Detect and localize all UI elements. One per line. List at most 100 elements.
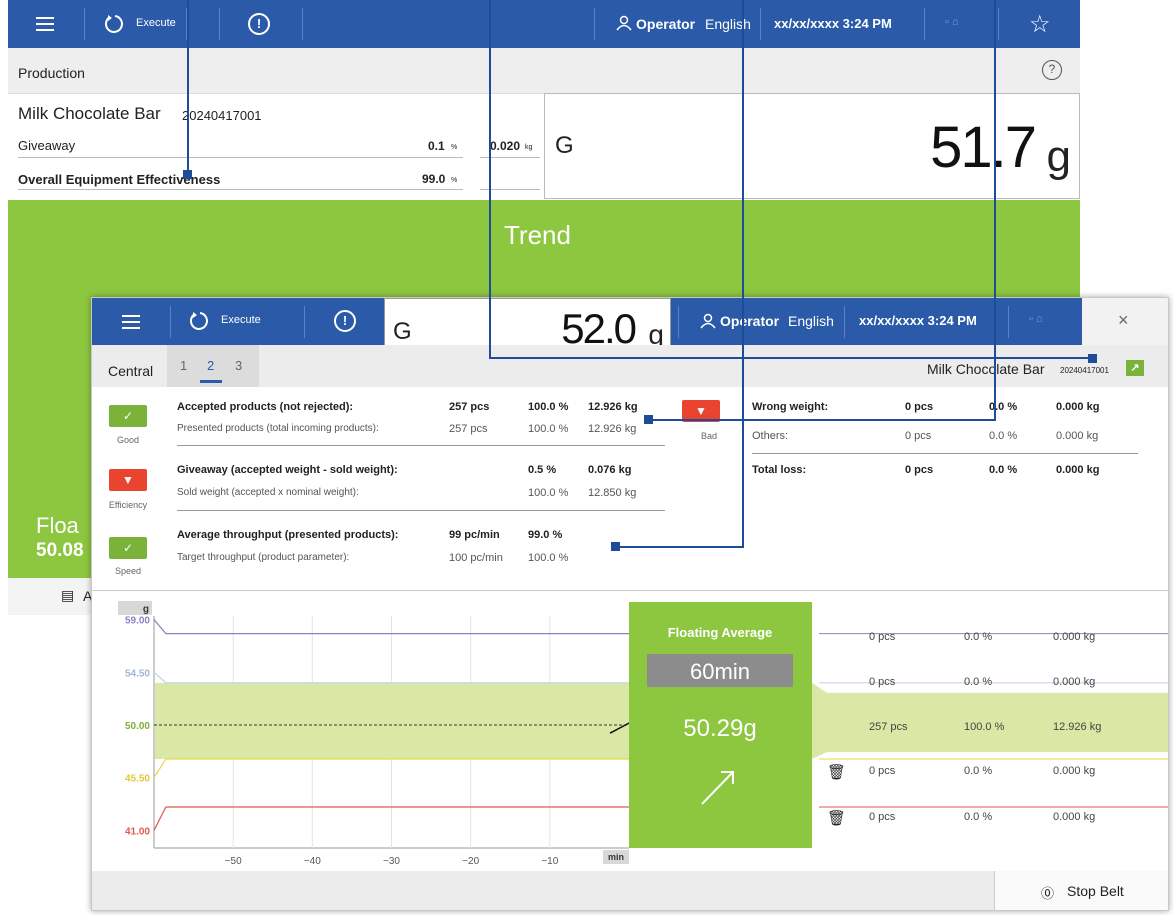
floating-value-partial: 50.08 [36, 540, 84, 561]
operator-label[interactable]: Operator [636, 16, 695, 32]
floating-label-partial: Floa [36, 513, 79, 538]
trend-chart: g −50 −40 −30 −20 −10 min 59.00 54.50 50.00 45.50 4… [118, 601, 1168, 867]
speed-caption: Speed [114, 566, 142, 576]
target-throughput-rate: 100 pc/min [449, 552, 503, 564]
zone-pcs: 0 pcs [869, 765, 896, 777]
execute-label[interactable]: Execute [136, 17, 176, 29]
execute-icon[interactable] [189, 310, 211, 332]
tab-2[interactable]: 2 [207, 358, 214, 373]
zone-kg: 12.926 kg [1053, 721, 1101, 733]
language-label[interactable]: English [705, 16, 751, 32]
others-pct: 0.0 % [989, 430, 1018, 442]
x-tick-label: −50 [225, 856, 242, 867]
floating-average-value: 50.29g [683, 715, 756, 742]
stop-icon: ⓪ [1041, 886, 1055, 901]
open-product-icon[interactable]: ↗ [1126, 360, 1144, 376]
weight-prefix: G [555, 132, 574, 159]
floating-average-title: Floating Average [668, 625, 773, 640]
stop-belt-button[interactable]: ⓪ Stop Belt [994, 871, 1168, 910]
close-icon[interactable]: × [1118, 310, 1129, 331]
sold-weight-pct: 100.0 % [528, 487, 569, 499]
y-tick-label: 45.50 [125, 774, 150, 785]
total-loss-pcs: 0 pcs [905, 464, 934, 476]
wrong-weight-pcs: 0 pcs [905, 401, 934, 413]
others-label: Others: [752, 430, 789, 442]
oee-pct-unit: % [451, 177, 458, 184]
accepted-pct: 100.0 % [528, 401, 569, 413]
user-icon [616, 15, 632, 31]
target-throughput-pct: 100.0 % [528, 552, 569, 564]
menu-icon[interactable] [122, 315, 140, 329]
sold-weight-label: Sold weight (accepted x nominal weight): [177, 487, 359, 498]
giveaway-label: Giveaway [18, 138, 76, 153]
total-loss-label: Total loss: [752, 464, 807, 476]
presented-label: Presented products (total incoming produ… [177, 423, 379, 434]
zone-pcs: 0 pcs [869, 631, 896, 643]
accepted-pcs: 257 pcs [449, 401, 490, 413]
zone-pcs: 257 pcs [869, 721, 908, 733]
bg-subbar: Production ? [8, 48, 1080, 94]
execute-label[interactable]: Execute [221, 314, 261, 326]
zone-pct: 0.0 % [964, 676, 992, 688]
zone-pct: 0.0 % [964, 765, 992, 777]
tab-central[interactable]: Central [108, 363, 153, 379]
tolerance-band [155, 682, 630, 759]
execute-icon[interactable] [104, 13, 126, 35]
zone-pct: 100.0 % [964, 721, 1005, 733]
list-icon[interactable]: ▤ [61, 587, 74, 604]
x-tick-label: −40 [304, 856, 321, 867]
zone-kg: 0.000 kg [1053, 676, 1095, 688]
total-loss-kg: 0.000 kg [1056, 464, 1100, 476]
y-unit-label: g [143, 604, 149, 615]
save-icon: ▫ ⌂ [945, 16, 959, 28]
user-icon [700, 313, 716, 329]
active-tab-indicator [200, 380, 222, 383]
presented-pcs: 257 pcs [449, 423, 488, 435]
tabs-bar: Central 1 2 3 Milk Chocolate Bar 2024041… [92, 345, 1168, 387]
x-unit-label: min [608, 852, 624, 862]
bg-weight-display: G 51.7 g [544, 93, 1080, 199]
alert-icon[interactable]: ! [248, 13, 270, 35]
weight-prefix: G [393, 318, 412, 345]
x-tick-label: −20 [462, 856, 479, 867]
alert-icon[interactable]: ! [334, 310, 356, 332]
zone-pcs: 0 pcs [869, 811, 896, 823]
close-area: × [1082, 298, 1168, 345]
y-tick-label: 50.00 [125, 721, 150, 732]
x-tick-label: −30 [383, 856, 400, 867]
x-tick-label: −10 [541, 856, 558, 867]
oee-pct: 99.0 [422, 172, 446, 186]
menu-icon[interactable] [36, 17, 54, 31]
efficiency-caption: Efficiency [108, 500, 148, 510]
thumbs-down-icon: ▼ [109, 469, 147, 491]
batch-id: 20240417001 [1060, 366, 1109, 375]
zone-kg: 0.000 kg [1053, 765, 1095, 777]
giveaway-pct: 0.1 [428, 139, 445, 153]
zone-kg: 0.000 kg [1053, 631, 1095, 643]
good-caption: Good [116, 435, 140, 445]
others-pcs: 0 pcs [905, 430, 932, 442]
language-label[interactable]: English [788, 313, 834, 329]
accepted-label: Accepted products (not rejected): [177, 401, 354, 413]
product-name: Milk Chocolate Bar [18, 104, 161, 123]
y-tick-label: 54.50 [125, 668, 150, 679]
thumbs-up-icon: ✓ [109, 537, 147, 559]
throughput-rate: 99 pc/min [449, 529, 500, 541]
stop-belt-label: Stop Belt [1067, 883, 1124, 899]
zone-kg: 0.000 kg [1053, 811, 1095, 823]
operator-label[interactable]: Operator [720, 313, 779, 329]
help-icon[interactable]: ? [1042, 60, 1062, 80]
zone-pcs: 0 pcs [869, 676, 896, 688]
tab-3[interactable]: 3 [235, 358, 242, 373]
trash-icon: 🗑 [827, 809, 846, 827]
zone-pct: 0.0 % [964, 631, 992, 643]
tab-1[interactable]: 1 [180, 358, 187, 373]
save-icon: ▫ ⌂ [1029, 313, 1043, 325]
giveaway-label: Giveaway (accepted weight - sold weight)… [177, 464, 398, 476]
y-tick-label: 41.00 [125, 826, 150, 837]
others-kg: 0.000 kg [1056, 430, 1099, 442]
trend-title: Trend [504, 220, 571, 250]
star-icon[interactable]: ☆ [1029, 10, 1051, 39]
total-loss-pct: 0.0 % [989, 464, 1018, 476]
weight-value: 51.7 [930, 115, 1037, 180]
